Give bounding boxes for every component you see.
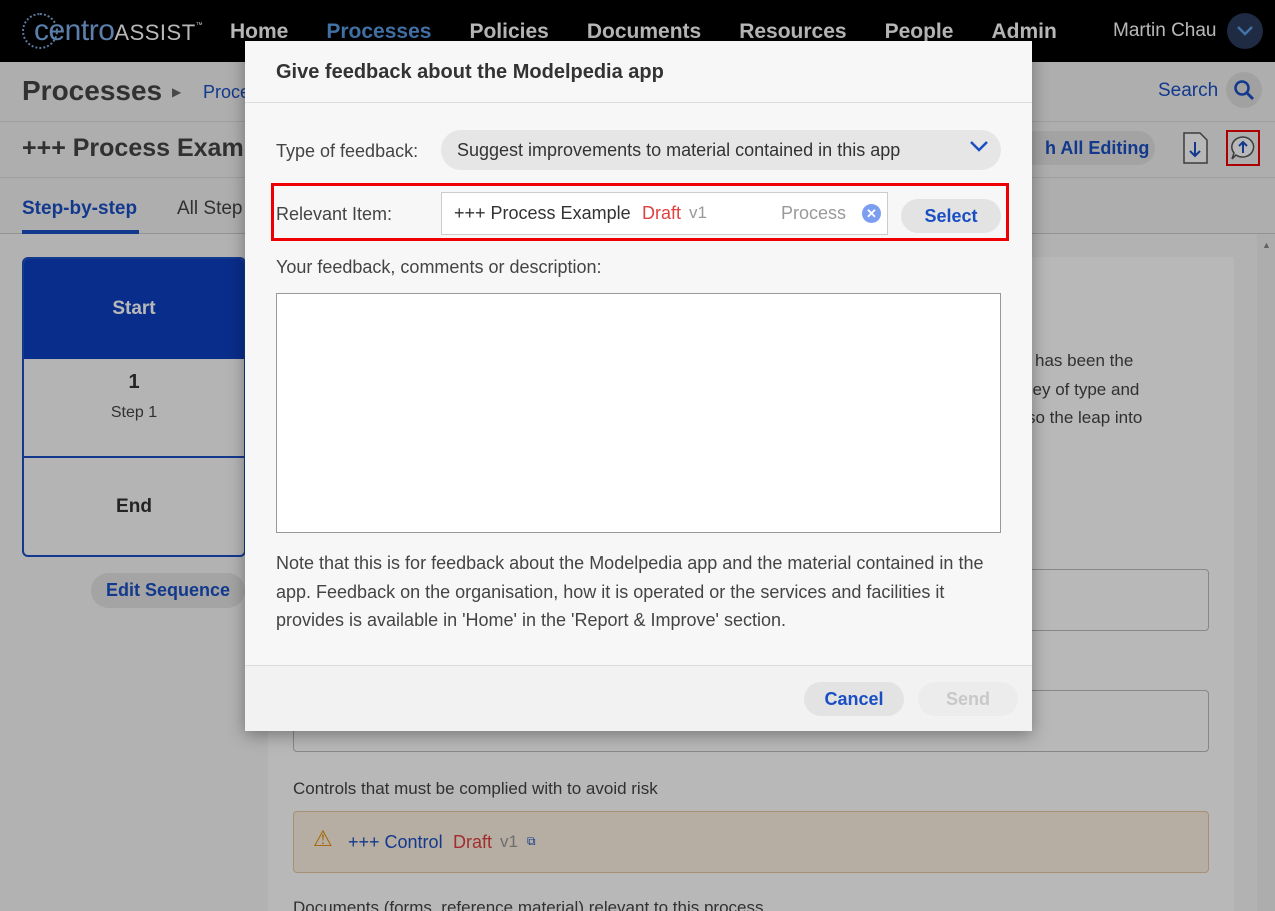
- relevant-item-type: Process: [781, 203, 847, 223]
- dialog-title: Give feedback about the Modelpedia app: [276, 61, 664, 83]
- clear-icon[interactable]: ✕: [862, 204, 881, 223]
- type-label: Type of feedback:: [276, 141, 419, 161]
- dialog-header: Give feedback about the Modelpedia app: [245, 41, 1032, 103]
- feedback-textarea[interactable]: [276, 293, 1001, 533]
- send-button[interactable]: Send: [918, 682, 1018, 716]
- relevant-item-name: +++ Process Example: [454, 203, 631, 223]
- dialog-footer: [245, 665, 1032, 731]
- feedback-dialog: Give feedback about the Modelpedia app T…: [245, 41, 1032, 731]
- relevant-item-status: Draft: [642, 203, 682, 223]
- relevant-item-label: Relevant Item:: [276, 204, 393, 224]
- chevron-down-icon[interactable]: [969, 139, 989, 158]
- cancel-button[interactable]: Cancel: [804, 682, 904, 716]
- relevant-item-version: v1: [689, 203, 707, 222]
- feedback-type-value[interactable]: Suggest improvements to material contain…: [457, 140, 900, 161]
- feedback-label: Your feedback, comments or description:: [276, 257, 602, 277]
- dialog-note: Note that this is for feedback about the…: [276, 553, 984, 630]
- select-button[interactable]: Select: [901, 199, 1001, 233]
